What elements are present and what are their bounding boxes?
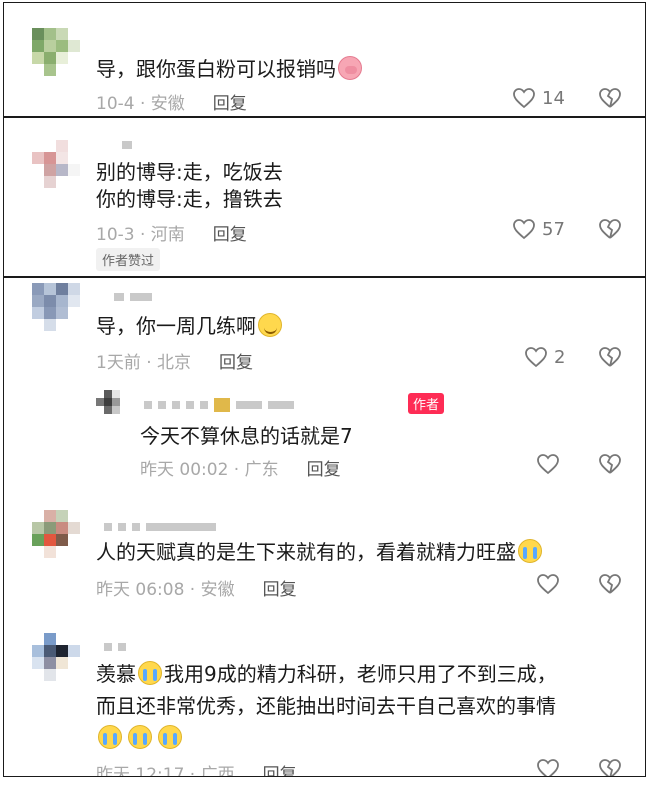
heart-outline-icon: [537, 574, 559, 595]
heart-outline-icon: [513, 219, 535, 240]
dislike-button[interactable]: [598, 758, 622, 776]
comment-text-line-1: 别的博导:走，吃饭去: [96, 160, 283, 184]
avatar[interactable]: [32, 510, 80, 558]
avatar[interactable]: [32, 633, 80, 681]
username[interactable]: [114, 292, 152, 302]
crying-face-icon: [518, 539, 542, 563]
broken-heart-icon: [599, 454, 621, 474]
reply-button[interactable]: 回复: [219, 348, 253, 373]
comment-text: 人的天赋真的是生下来就有的，看着就精力旺盛: [96, 538, 542, 566]
broken-heart-icon: [599, 219, 621, 239]
comment-meta: 昨天 06:08 · 安徽 回复: [96, 575, 297, 600]
reply-button[interactable]: 回复: [263, 575, 297, 600]
avatar[interactable]: [32, 140, 80, 188]
like-button[interactable]: [536, 758, 560, 776]
broken-heart-icon: [599, 88, 621, 108]
like-count: 57: [542, 218, 565, 240]
like-button[interactable]: 2: [524, 346, 565, 368]
pig-face-icon: [338, 56, 362, 80]
reply-meta: 昨天 00:02 · 广东 回复: [140, 455, 341, 480]
like-button[interactable]: 14: [512, 87, 565, 109]
dislike-button[interactable]: [598, 87, 622, 109]
reply-avatar[interactable]: [96, 390, 128, 422]
like-button[interactable]: 57: [512, 218, 565, 240]
timestamp-location: 10-3 · 河南: [96, 225, 185, 245]
like-button[interactable]: [536, 573, 560, 595]
reply-button[interactable]: 回复: [213, 220, 247, 245]
like-button[interactable]: [536, 453, 560, 475]
comment-text-line-2: 你的博导:走，撸铁去: [96, 187, 283, 211]
comment-panel-2: 别的博导:走，吃饭去 你的博导:走，撸铁去 10-3 · 河南 回复 作者赞过 …: [3, 117, 646, 277]
comment-text: 导，你一周几练啊: [96, 312, 282, 340]
dislike-button[interactable]: [598, 573, 622, 595]
comment-body: 羡慕: [96, 662, 136, 686]
emoji-row: [96, 724, 182, 752]
like-count: 14: [542, 87, 565, 109]
dislike-button[interactable]: [598, 218, 622, 240]
timestamp-location: 昨天 00:02 · 广东: [140, 460, 279, 480]
author-tag: 作者: [408, 393, 445, 414]
comment-body: 导，跟你蛋白粉可以报销吗: [96, 57, 336, 81]
timestamp-location: 10-4 · 安徽: [96, 94, 185, 114]
reply-button[interactable]: 回复: [263, 760, 297, 776]
comment-meta: 昨天 12:17 · 广西 回复: [96, 760, 297, 777]
username[interactable]: [104, 522, 216, 532]
comment-meta: 1天前 · 北京 回复: [96, 348, 253, 373]
timestamp-location: 昨天 12:17 · 广西: [96, 765, 235, 777]
dislike-button[interactable]: [598, 346, 622, 368]
broken-heart-icon: [599, 759, 621, 776]
grinning-face-icon: [258, 313, 282, 337]
like-count: 2: [554, 346, 566, 368]
reply-button[interactable]: 回复: [213, 89, 247, 114]
username[interactable]: [104, 642, 126, 652]
dislike-button[interactable]: [598, 453, 622, 475]
timestamp-location: 1天前 · 北京: [96, 353, 192, 373]
comment-panel-3: 导，你一周几练啊 1天前 · 北京 回复 2 作者 今天不算休息的话就是7 昨天…: [3, 277, 646, 777]
comment-body: 导，你一周几练啊: [96, 314, 256, 338]
comment-text-line-2: 而且还非常优秀，还能抽出时间去干自己喜欢的事情: [96, 694, 556, 718]
comment-body: 人的天赋真的是生下来就有的，看着就精力旺盛: [96, 540, 516, 564]
comment-panel-1: 导，跟你蛋白粉可以报销吗 10-4 · 安徽 回复 14: [3, 2, 646, 117]
comment-meta: 10-4 · 安徽 回复: [96, 89, 247, 114]
avatar[interactable]: [32, 283, 80, 331]
crying-face-icon: [138, 661, 162, 685]
heart-outline-icon: [513, 88, 535, 109]
broken-heart-icon: [599, 347, 621, 367]
crying-face-icon: [128, 725, 152, 749]
reply-text: 今天不算休息的话就是7: [140, 424, 353, 448]
avatar[interactable]: [32, 28, 80, 76]
comment-body: 我用9成的精力科研，老师只用了不到三成，: [164, 662, 557, 686]
heart-outline-icon: [537, 454, 559, 475]
heart-outline-icon: [525, 347, 547, 368]
username[interactable]: [122, 140, 132, 150]
comment-meta: 10-3 · 河南 回复: [96, 220, 247, 245]
crying-face-icon: [158, 725, 182, 749]
comment-text-line-1: 羡慕 我用9成的精力科研，老师只用了不到三成，: [96, 660, 557, 688]
comment-text: 导，跟你蛋白粉可以报销吗: [96, 55, 362, 83]
author-liked-badge: 作者赞过: [96, 248, 161, 271]
reply-button[interactable]: 回复: [307, 455, 341, 480]
heart-outline-icon: [537, 759, 559, 776]
broken-heart-icon: [599, 574, 621, 594]
reply-username[interactable]: [144, 398, 294, 412]
crying-face-icon: [98, 725, 122, 749]
timestamp-location: 昨天 06:08 · 安徽: [96, 580, 235, 600]
